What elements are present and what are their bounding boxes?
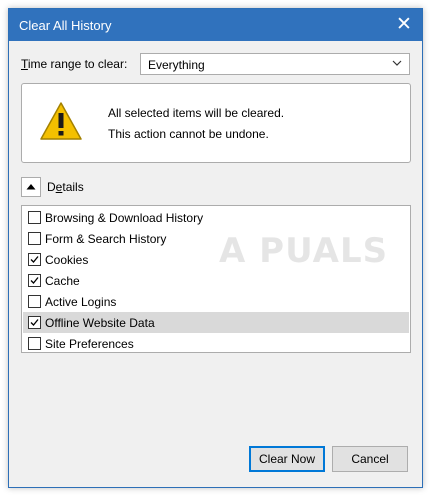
time-range-label-rest: ime range to clear: xyxy=(27,57,128,71)
item-label: Site Preferences xyxy=(45,337,134,351)
list-item-form-search-history[interactable]: Form & Search History xyxy=(23,228,409,249)
time-range-label-mnemonic: T xyxy=(21,57,28,71)
item-label: Cache xyxy=(45,274,80,288)
history-items-list: Browsing & Download History Form & Searc… xyxy=(21,205,411,353)
time-range-row: Time range to clear: Everything xyxy=(21,53,411,75)
time-range-label: Time range to clear: xyxy=(21,57,127,71)
warning-box: All selected items will be cleared. This… xyxy=(21,83,411,163)
title-bar: Clear All History ✕ xyxy=(9,9,422,41)
checkbox[interactable] xyxy=(28,337,41,350)
checkbox[interactable] xyxy=(28,295,41,308)
details-label-rest: tails xyxy=(62,180,84,194)
list-item-active-logins[interactable]: Active Logins xyxy=(23,291,409,312)
warning-icon xyxy=(40,102,82,140)
checkmark-icon xyxy=(30,256,39,263)
warning-text-line1: All selected items will be cleared. xyxy=(108,106,285,120)
details-label: Details xyxy=(47,180,84,194)
time-range-value: Everything xyxy=(148,58,205,72)
chevron-down-icon xyxy=(392,60,402,66)
checkbox[interactable] xyxy=(28,211,41,224)
time-range-select[interactable]: Everything xyxy=(140,53,410,75)
dialog-title: Clear All History xyxy=(19,18,112,33)
checkbox[interactable] xyxy=(28,232,41,245)
details-label-start: D xyxy=(47,180,56,194)
checkmark-icon xyxy=(30,319,39,326)
list-item-browsing-download-history[interactable]: Browsing & Download History xyxy=(23,207,409,228)
clear-history-dialog: Clear All History ✕ Time range to clear:… xyxy=(8,8,423,488)
checkbox[interactable] xyxy=(28,316,41,329)
item-label: Offline Website Data xyxy=(45,316,155,330)
warning-text-line2: This action cannot be undone. xyxy=(108,127,269,141)
close-icon[interactable]: ✕ xyxy=(394,15,414,35)
list-item-cache[interactable]: Cache xyxy=(23,270,409,291)
list-item-site-preferences[interactable]: Site Preferences xyxy=(23,333,409,354)
list-item-offline-website-data[interactable]: Offline Website Data xyxy=(23,312,409,333)
checkbox[interactable] xyxy=(28,253,41,266)
item-label: Cookies xyxy=(45,253,89,267)
checkmark-icon xyxy=(30,277,39,284)
item-label: Active Logins xyxy=(45,295,117,309)
list-item-cookies[interactable]: Cookies xyxy=(23,249,409,270)
item-label: Form & Search History xyxy=(45,232,167,246)
chevron-up-icon xyxy=(26,184,36,190)
cancel-button[interactable]: Cancel xyxy=(332,446,408,472)
checkbox[interactable] xyxy=(28,274,41,287)
details-toggle-button[interactable] xyxy=(21,177,41,197)
clear-now-button[interactable]: Clear Now xyxy=(249,446,325,472)
details-row: Details xyxy=(21,177,221,197)
item-label: Browsing & Download History xyxy=(45,211,204,225)
